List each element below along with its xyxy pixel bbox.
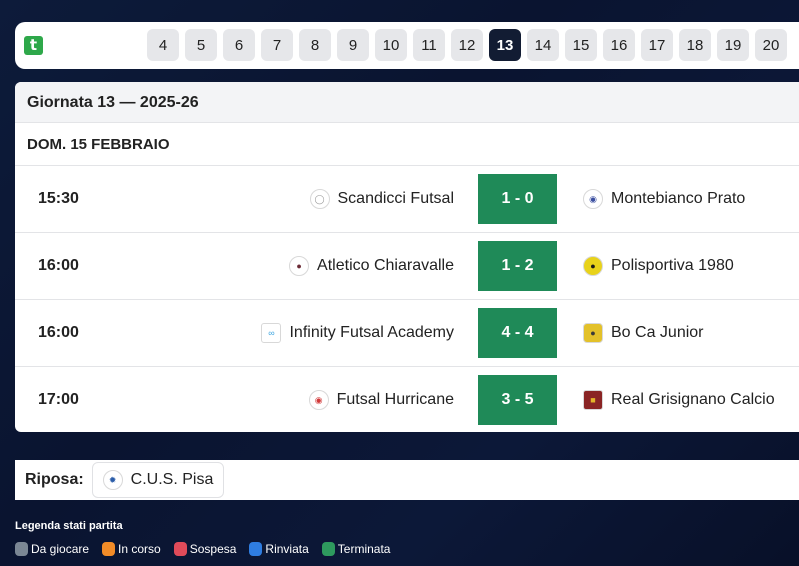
round-button[interactable]: 6 — [223, 29, 255, 61]
matchday-title: Giornata 13 — 2025-26 — [15, 82, 799, 123]
team-crest-icon: ∞ — [261, 323, 282, 343]
legend-label: Sospesa — [189, 542, 237, 556]
match-time: 16:00 — [38, 257, 79, 274]
legend-item: Da giocare — [15, 542, 89, 556]
status-dot-icon — [102, 542, 116, 556]
home-team-name: Futsal Hurricane — [336, 391, 454, 408]
round-button[interactable]: 14 — [527, 29, 559, 61]
legend-item: Terminata — [321, 542, 391, 556]
score-badge[interactable]: 1 - 2 — [478, 241, 557, 291]
legend-label: Terminata — [337, 542, 391, 556]
bye-team[interactable]: ✹ C.U.S. Pisa — [91, 462, 225, 498]
legend-item: In corso — [102, 542, 161, 556]
match-date: DOM. 15 FEBBRAIO — [15, 123, 799, 166]
away-team-name: Montebianco Prato — [611, 190, 746, 207]
round-button[interactable]: 5 — [185, 29, 217, 61]
round-button[interactable]: 12 — [451, 29, 483, 61]
match-row[interactable]: 15:30 ◯ Scandicci Futsal 1 - 0 ◉ Montebi… — [15, 166, 799, 233]
round-button[interactable]: 18 — [679, 29, 711, 61]
legend-title: Legenda stati partita — [15, 520, 123, 532]
round-button[interactable]: 7 — [261, 29, 293, 61]
score-badge[interactable]: 4 - 4 — [478, 308, 557, 358]
home-team[interactable]: ◯ Scandicci Futsal — [309, 166, 455, 232]
match-status-legend: Da giocare In corso Sospesa Rinviata Ter… — [15, 542, 390, 556]
away-team-name: Polisportiva 1980 — [611, 257, 734, 274]
team-crest-icon: ● — [583, 256, 603, 276]
score-badge[interactable]: 1 - 0 — [478, 174, 557, 224]
away-team-name: Real Grisignano Calcio — [611, 391, 775, 408]
legend-item: Sospesa — [173, 542, 237, 556]
round-button-active[interactable]: 13 — [489, 29, 521, 61]
matchday-card: Giornata 13 — 2025-26 DOM. 15 FEBBRAIO 1… — [15, 82, 799, 432]
bye-row: Riposa: ✹ C.U.S. Pisa — [15, 460, 799, 500]
round-button[interactable]: 16 — [603, 29, 635, 61]
home-team-name: Scandicci Futsal — [337, 190, 455, 207]
status-dot-icon — [15, 542, 28, 556]
round-button[interactable]: 4 — [147, 29, 179, 61]
team-crest-icon: ✹ — [102, 470, 123, 490]
home-team[interactable]: ● Atletico Chiaravalle — [289, 233, 454, 299]
home-team-name: Infinity Futsal Academy — [289, 324, 454, 341]
round-selector: 4 5 6 7 8 9 10 11 12 13 14 15 16 17 18 1… — [147, 29, 787, 61]
legend-label: Rinviata — [265, 542, 309, 556]
match-row[interactable]: 17:00 ◉ Futsal Hurricane 3 - 5 ■ Real Gr… — [15, 367, 799, 432]
round-button[interactable]: 17 — [641, 29, 673, 61]
round-button[interactable]: 11 — [413, 29, 445, 61]
legend-label: In corso — [118, 542, 161, 556]
away-team-name: Bo Ca Junior — [611, 324, 704, 341]
round-button[interactable]: 10 — [375, 29, 407, 61]
away-team[interactable]: ● Bo Ca Junior — [583, 300, 704, 366]
round-button[interactable]: 20 — [755, 29, 787, 61]
status-dot-icon — [249, 542, 263, 556]
team-crest-icon: ■ — [583, 390, 603, 410]
round-button[interactable]: 8 — [299, 29, 331, 61]
away-team[interactable]: ◉ Montebianco Prato — [583, 166, 745, 232]
round-button[interactable]: 15 — [565, 29, 597, 61]
team-crest-icon: ◯ — [309, 189, 330, 209]
status-dot-icon — [321, 542, 335, 556]
status-dot-icon — [173, 542, 187, 556]
team-crest-icon: ◉ — [308, 390, 329, 410]
team-crest-icon: ● — [583, 323, 603, 343]
score-badge[interactable]: 3 - 5 — [478, 375, 557, 425]
away-team[interactable]: ■ Real Grisignano Calcio — [583, 367, 775, 432]
bye-label: Riposa: — [25, 471, 84, 488]
legend-item: Rinviata — [249, 542, 309, 556]
home-team[interactable]: ◉ Futsal Hurricane — [308, 367, 454, 432]
home-team[interactable]: ∞ Infinity Futsal Academy — [261, 300, 454, 366]
round-button[interactable]: 9 — [337, 29, 369, 61]
home-team-name: Atletico Chiaravalle — [317, 257, 454, 274]
bye-team-name: C.U.S. Pisa — [130, 471, 214, 488]
round-button[interactable]: 19 — [717, 29, 749, 61]
match-row[interactable]: 16:00 ∞ Infinity Futsal Academy 4 - 4 ● … — [15, 300, 799, 367]
site-logo[interactable]: t — [24, 36, 43, 55]
team-crest-icon: ◉ — [583, 189, 603, 209]
match-row[interactable]: 16:00 ● Atletico Chiaravalle 1 - 2 ● Pol… — [15, 233, 799, 300]
match-time: 17:00 — [38, 391, 79, 408]
away-team[interactable]: ● Polisportiva 1980 — [583, 233, 734, 299]
team-crest-icon: ● — [289, 256, 310, 276]
match-time: 15:30 — [38, 190, 79, 207]
legend-label: Da giocare — [31, 542, 90, 556]
match-time: 16:00 — [38, 324, 79, 341]
rounds-bar: t 4 5 6 7 8 9 10 11 12 13 14 15 16 17 18… — [15, 22, 799, 69]
